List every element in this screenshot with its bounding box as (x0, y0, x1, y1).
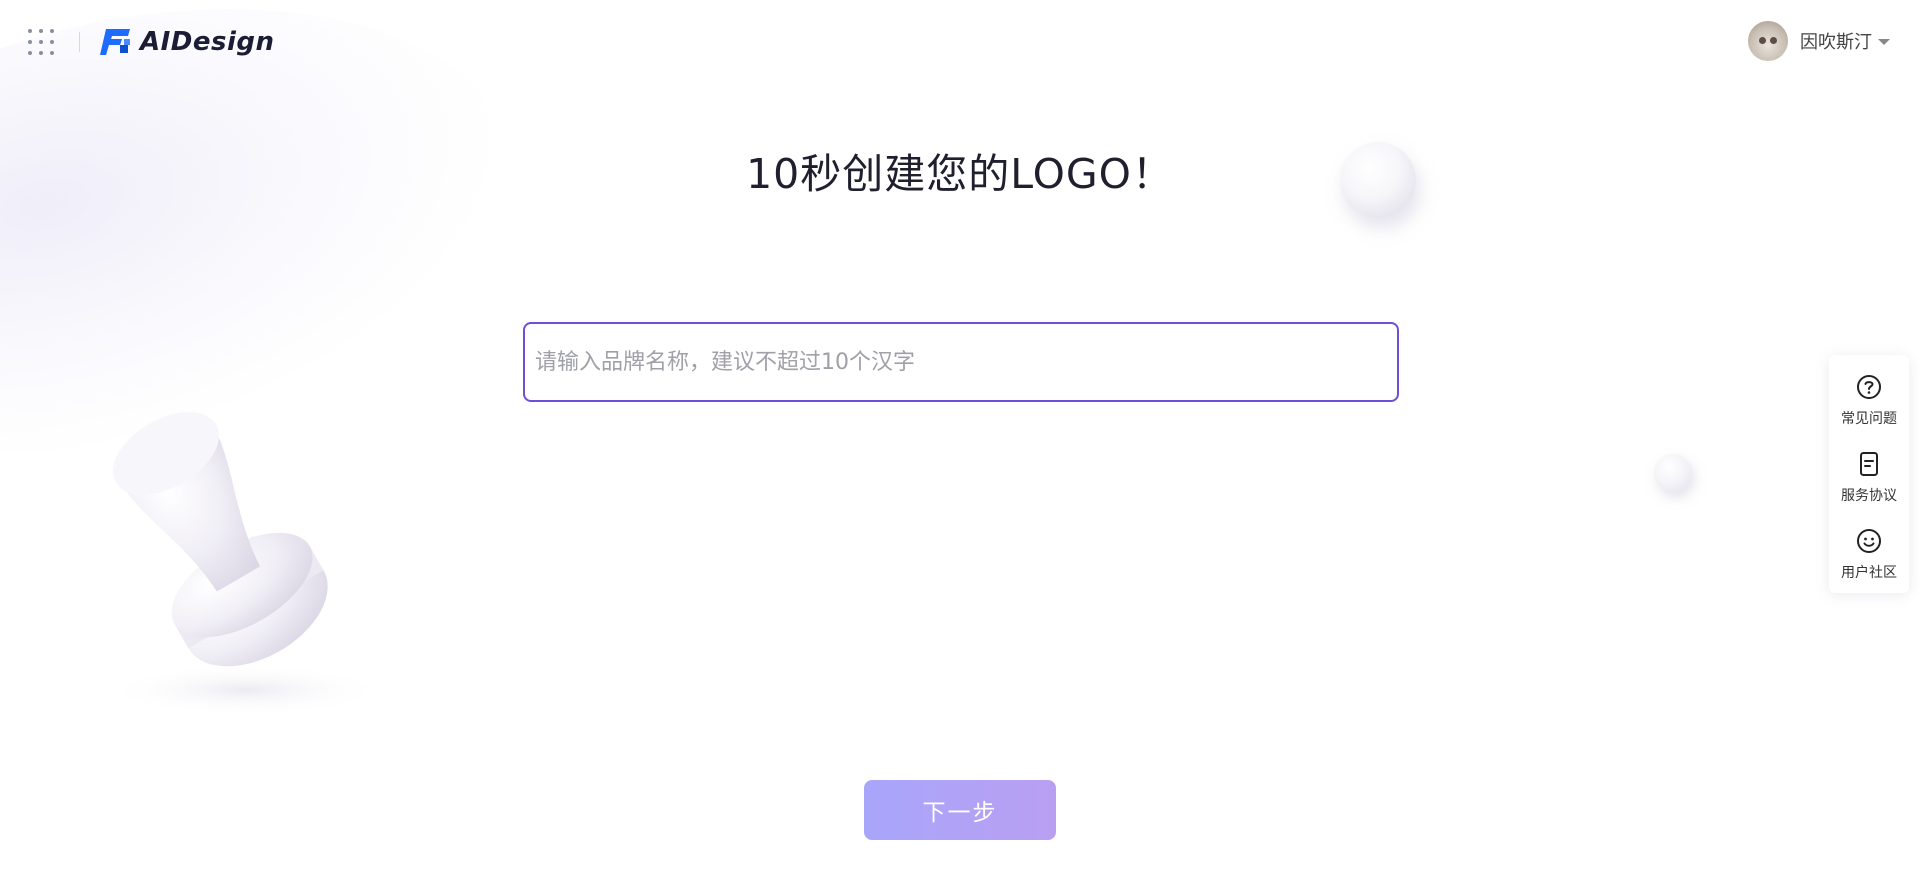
side-item-label: 服务协议 (1841, 488, 1897, 504)
caret-down-icon[interactable] (1878, 39, 1890, 45)
side-item-faq[interactable]: 常见问题 (1829, 363, 1909, 440)
brand-name-input[interactable] (523, 322, 1399, 402)
side-item-service-agreement[interactable]: 服务协议 (1829, 440, 1909, 517)
smile-icon (1857, 528, 1881, 553)
document-icon (1860, 452, 1878, 476)
logo-text: AIDesign (140, 27, 275, 57)
stamp-illustration (106, 412, 386, 716)
page-title: 10秒创建您的LOGO！ (746, 150, 1174, 198)
decor-sphere-large (1340, 142, 1416, 218)
header-divider (79, 32, 80, 52)
question-circle-icon (1857, 375, 1881, 400)
side-item-label: 常见问题 (1841, 411, 1897, 428)
next-step-button[interactable]: 下一步 (864, 780, 1056, 840)
header: AIDesign 因吹斯汀 (0, 0, 1920, 82)
decor-sphere-small (1654, 454, 1692, 492)
user-menu[interactable]: 因吹斯汀 (1748, 20, 1890, 62)
logo[interactable]: AIDesign (100, 26, 275, 58)
avatar[interactable] (1748, 21, 1788, 61)
user-name[interactable]: 因吹斯汀 (1800, 28, 1872, 54)
side-item-label: 用户社区 (1841, 564, 1897, 581)
grid-dots-icon[interactable] (28, 29, 54, 55)
side-help-panel: 常见问题 服务协议 用户社区 (1829, 355, 1909, 593)
side-item-community[interactable]: 用户社区 (1829, 516, 1909, 593)
logo-mark-icon (100, 29, 130, 55)
page: AIDesign 因吹斯汀 10秒创建您的LOGO！ 请输入品牌名称，建议不超过… (0, 0, 1920, 870)
